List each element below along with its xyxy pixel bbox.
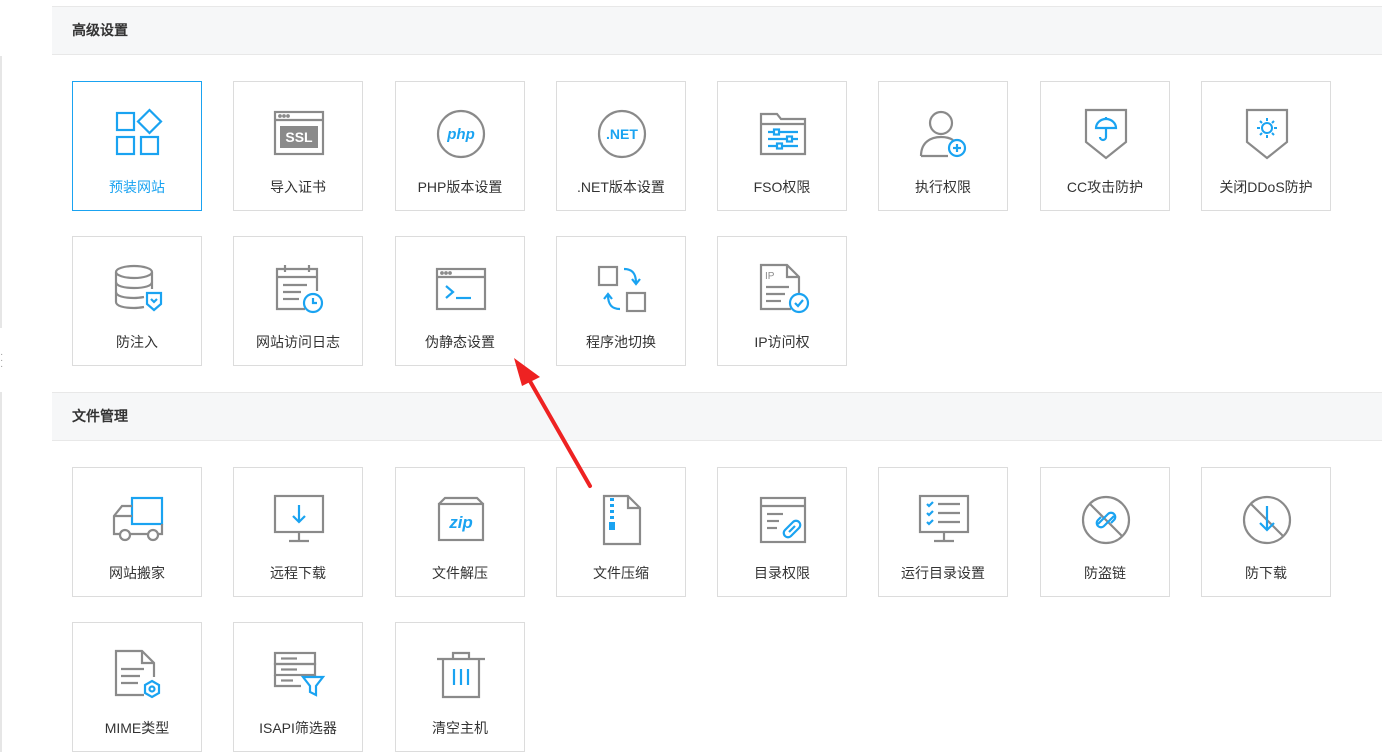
section-header-file-management: 文件管理 (52, 392, 1382, 441)
annotation-arrow (514, 358, 592, 488)
no-link-icon (1078, 492, 1134, 548)
swap-icon (594, 261, 650, 317)
svg-text:php: php (446, 126, 475, 143)
tile-label: IP访问权 (754, 334, 810, 350)
tile-mime-types[interactable]: MIME类型 (72, 622, 202, 752)
section-header-advanced: 高级设置 (52, 6, 1382, 55)
terminal-icon (433, 261, 489, 317)
checklist-monitor-icon (916, 492, 972, 548)
tile-label: FSO权限 (753, 179, 811, 195)
preinstall-apps-icon (110, 106, 166, 162)
tile-isapi-filter[interactable]: ISAPI筛选器 (233, 622, 363, 752)
tile-anti-download[interactable]: 防下载 (1201, 467, 1331, 597)
directory-link-icon (755, 492, 811, 548)
tile-clear-host[interactable]: 清空主机 (395, 622, 525, 752)
tile-remote-download[interactable]: 远程下载 (233, 467, 363, 597)
tile-label: 程序池切换 (586, 334, 656, 350)
no-download-icon (1239, 492, 1295, 548)
tile-label: 文件解压 (432, 565, 488, 581)
tile-label: 防盗链 (1084, 565, 1126, 581)
tile-fso-permission[interactable]: FSO权限 (717, 81, 847, 211)
zip-box-icon: zip (433, 492, 489, 548)
tile-disable-ddos[interactable]: 关闭DDoS防护 (1201, 81, 1331, 211)
ip-document-check-icon: IP (755, 261, 811, 317)
document-gear-icon (110, 647, 166, 703)
tile-label: CC攻击防护 (1066, 179, 1144, 195)
database-shield-icon (110, 261, 166, 317)
tile-anti-hotlink[interactable]: 防盗链 (1040, 467, 1170, 597)
section-title: 高级设置 (72, 22, 128, 38)
tile-file-compress[interactable]: 文件压缩 (556, 467, 686, 597)
tile-ip-access[interactable]: IP IP访问权 (717, 236, 847, 366)
left-border (0, 392, 2, 752)
tile-label: 清空主机 (432, 720, 488, 736)
tile-file-extract[interactable]: zip 文件解压 (395, 467, 525, 597)
php-icon: php (433, 106, 489, 162)
tile-label: ISAPI筛选器 (259, 720, 337, 736)
tile-label: 运行目录设置 (901, 565, 985, 581)
tile-site-migration[interactable]: 网站搬家 (72, 467, 202, 597)
tile-import-certificate[interactable]: SSL 导入证书 (233, 81, 363, 211)
tile-label: 防注入 (116, 334, 158, 350)
ssl-certificate-icon: SSL (271, 106, 327, 162)
tile-label: 目录权限 (754, 565, 810, 581)
truck-icon (110, 492, 166, 548)
tile-access-log[interactable]: 网站访问日志 (233, 236, 363, 366)
left-border (0, 56, 2, 328)
umbrella-shield-icon (1078, 106, 1134, 162)
tile-rewrite-settings[interactable]: 伪静态设置 (395, 236, 525, 366)
collapse-handle-icon[interactable]: · · · (0, 350, 6, 372)
tile-label: 网站访问日志 (256, 334, 340, 350)
zip-file-icon (594, 492, 650, 548)
tile-label: 防下载 (1245, 565, 1287, 581)
user-add-icon (916, 106, 972, 162)
folder-settings-icon (755, 106, 811, 162)
server-filter-icon (271, 647, 327, 703)
virus-shield-icon (1239, 106, 1295, 162)
tile-run-directory-settings[interactable]: 运行目录设置 (878, 467, 1008, 597)
trash-icon (433, 647, 489, 703)
tile-label: 导入证书 (270, 179, 326, 195)
tile-label: PHP版本设置 (417, 179, 503, 195)
section-title: 文件管理 (72, 408, 128, 424)
tile-label: 预装网站 (109, 179, 165, 195)
tile-app-pool-switch[interactable]: 程序池切换 (556, 236, 686, 366)
svg-text:zip: zip (448, 513, 473, 532)
tile-label: 关闭DDoS防护 (1219, 179, 1313, 195)
tile-php-version[interactable]: php PHP版本设置 (395, 81, 525, 211)
tile-preinstall-site[interactable]: 预装网站 (72, 81, 202, 211)
svg-text:SSL: SSL (285, 129, 313, 145)
monitor-download-icon (271, 492, 327, 548)
tile-label: 执行权限 (915, 179, 971, 195)
tile-label: 伪静态设置 (425, 334, 495, 350)
svg-text:IP: IP (765, 271, 775, 282)
tile-label: 网站搬家 (109, 565, 165, 581)
tile-label: .NET版本设置 (577, 179, 665, 195)
tile-cc-protection[interactable]: CC攻击防护 (1040, 81, 1170, 211)
tile-label: MIME类型 (104, 720, 170, 736)
tile-label: 文件压缩 (593, 565, 649, 581)
tile-execute-permission[interactable]: 执行权限 (878, 81, 1008, 211)
tile-directory-permission[interactable]: 目录权限 (717, 467, 847, 597)
svg-text:.NET: .NET (606, 126, 638, 142)
tile-label: 远程下载 (270, 565, 326, 581)
dotnet-icon: .NET (594, 106, 650, 162)
tile-dotnet-version[interactable]: .NET .NET版本设置 (556, 81, 686, 211)
calendar-clock-icon (271, 261, 327, 317)
tile-anti-injection[interactable]: 防注入 (72, 236, 202, 366)
